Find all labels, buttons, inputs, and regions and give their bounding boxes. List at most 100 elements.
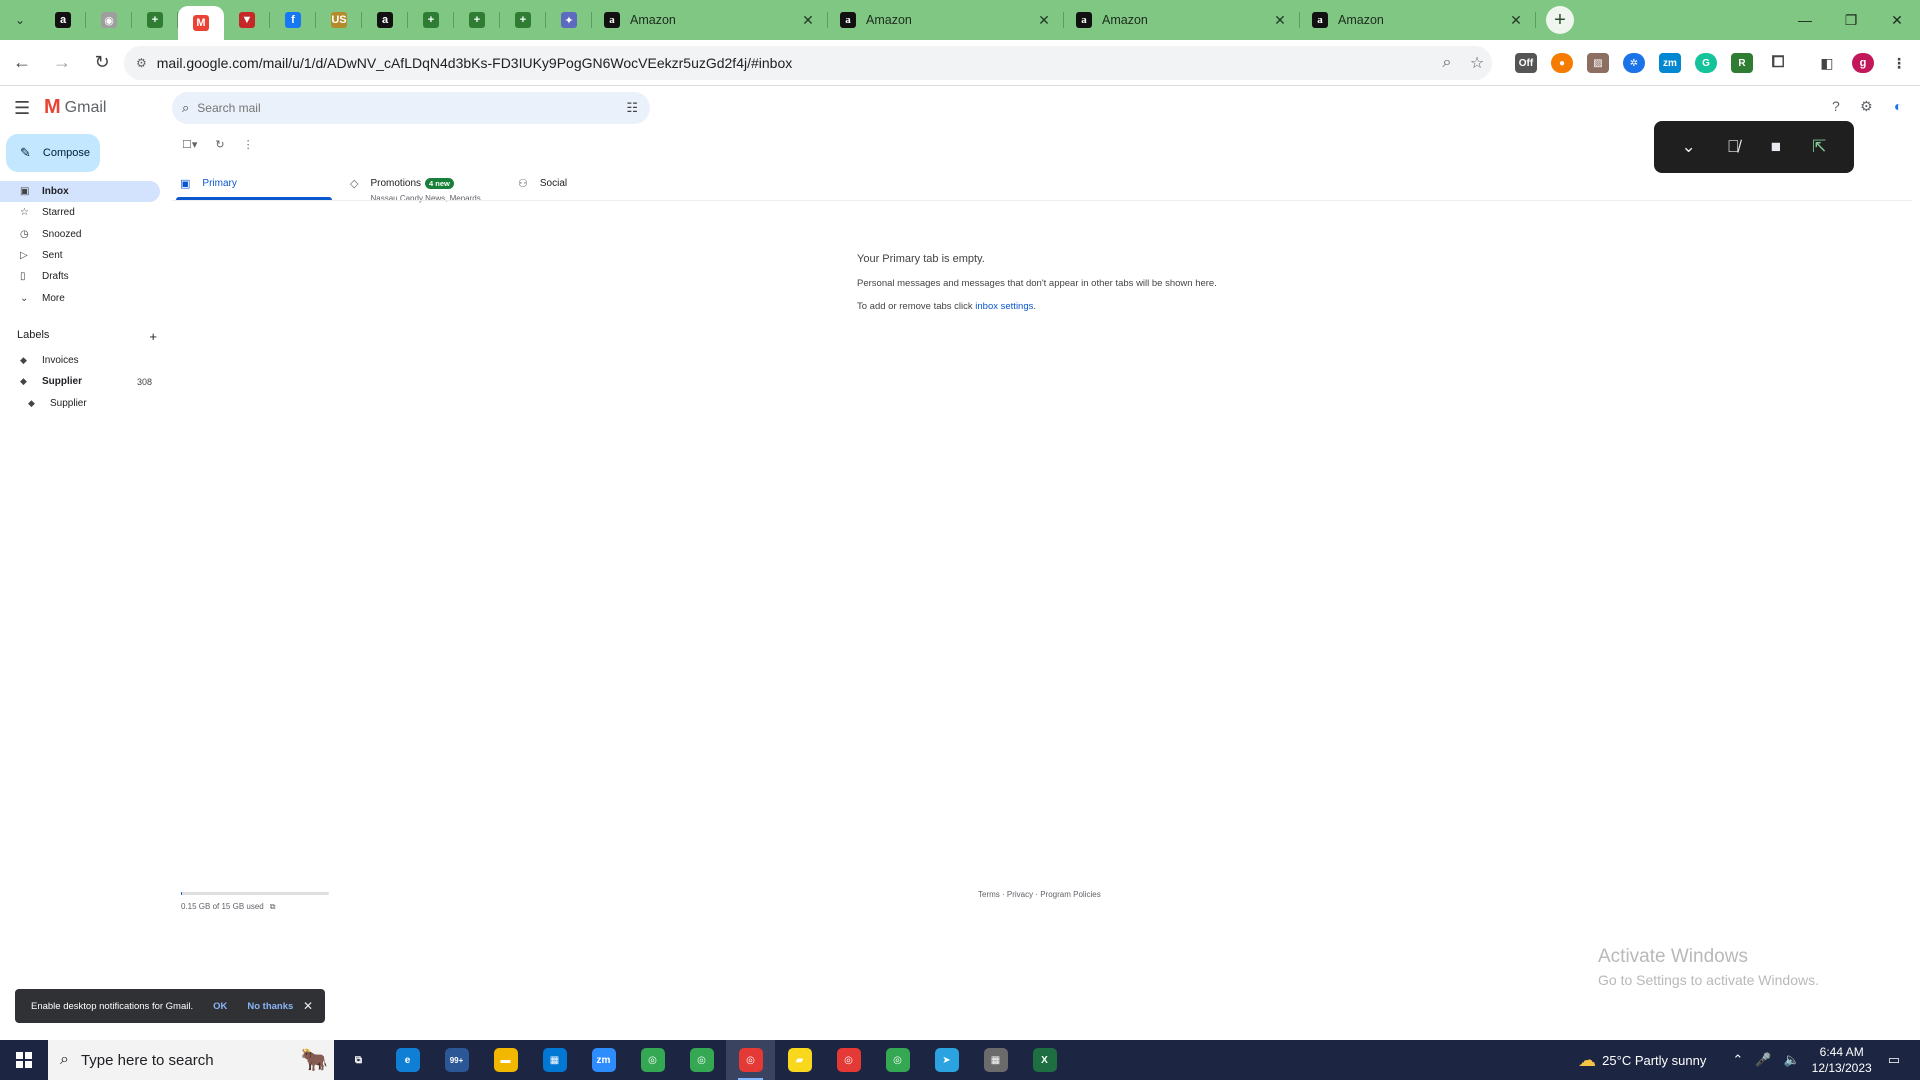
help-icon[interactable]: ? <box>1832 98 1840 114</box>
nav-item-snoozed[interactable]: ◷ Snoozed <box>0 224 160 245</box>
taskbar-app[interactable]: ◎ <box>873 1040 922 1080</box>
storage-text[interactable]: 0.15 GB of 15 GB used <box>181 902 264 912</box>
browser-tab[interactable]: a Amazon ✕ <box>592 0 828 40</box>
pinned-tab[interactable]: ▼ <box>224 0 270 40</box>
reload-button[interactable]: ↻ <box>84 45 120 81</box>
nav-item-more[interactable]: ⌄ More <box>0 288 160 309</box>
nav-item-starred[interactable]: ☆ Starred <box>0 202 160 223</box>
more-options-icon[interactable]: ⋮ <box>243 138 254 151</box>
search-input[interactable] <box>197 101 598 115</box>
collapse-chevron-icon[interactable]: ⌄ <box>1682 137 1696 157</box>
tab-promotions[interactable]: ◇ Promotions 4 new Nassau Candy News, Menar… <box>350 168 487 203</box>
taskbar-app[interactable]: X <box>1020 1040 1069 1080</box>
select-checkbox-icon[interactable]: ☐▾ <box>182 138 197 151</box>
add-label-icon[interactable]: + <box>149 329 157 344</box>
browser-tab[interactable]: a Amazon ✕ <box>1300 0 1536 40</box>
compose-button[interactable]: ✎ Compose <box>6 134 100 172</box>
gmail-logo[interactable]: M Gmail <box>44 96 106 119</box>
tab-close-icon[interactable]: ✕ <box>1272 12 1288 29</box>
label-item[interactable]: ◆ Invoices <box>0 350 160 371</box>
taskbar-app[interactable]: ▬ <box>481 1040 530 1080</box>
restore-button[interactable]: ❐ <box>1828 0 1874 40</box>
minimize-button[interactable]: — <box>1782 0 1828 40</box>
tray-overflow-icon[interactable]: ⌃ <box>1732 1052 1743 1068</box>
label-item[interactable]: ◆ Supplier 308 <box>0 371 160 392</box>
taskbar-app[interactable]: ➤ <box>922 1040 971 1080</box>
weather-text[interactable]: 25°C Partly sunny <box>1602 1053 1706 1068</box>
taskbar-app[interactable]: e <box>383 1040 432 1080</box>
side-panel-icon[interactable]: ◧ <box>1816 53 1838 73</box>
taskbar-app[interactable]: ◎ <box>726 1040 775 1080</box>
pinned-tab[interactable]: + <box>454 0 500 40</box>
extensions-puzzle-icon[interactable]: ⧠ <box>1767 53 1789 73</box>
extension-rs-icon[interactable]: R <box>1731 53 1753 73</box>
extension-orange-icon[interactable]: ● <box>1551 53 1573 73</box>
camera-icon[interactable]: ■ <box>1771 137 1781 157</box>
pinned-tab[interactable]: + <box>500 0 546 40</box>
label-item[interactable]: ◆ Supplier <box>0 393 160 414</box>
browser-menu-icon[interactable]: ⋮ <box>1888 53 1910 73</box>
search-bar[interactable]: ⌕ ☷ <box>172 92 650 124</box>
pinned-tab[interactable]: f <box>270 0 316 40</box>
pinned-tab[interactable]: US <box>316 0 362 40</box>
settings-gear-icon[interactable]: ⚙ <box>1860 98 1873 115</box>
main-menu-icon[interactable]: ☰ <box>14 98 30 119</box>
new-tab-button[interactable]: + <box>1546 6 1574 34</box>
extension-blue-icon[interactable]: ✲ <box>1623 53 1645 73</box>
tab-close-icon[interactable]: ✕ <box>800 12 816 29</box>
taskbar-app[interactable]: zm <box>579 1040 628 1080</box>
browser-tab[interactable]: a Amazon ✕ <box>1064 0 1300 40</box>
search-options-icon[interactable]: ☷ <box>626 100 638 116</box>
taskbar-app[interactable]: ▰ <box>775 1040 824 1080</box>
account-icon[interactable]: ◐ <box>1894 98 1902 114</box>
tab-search-chevron-icon[interactable]: ⌄ <box>0 0 40 40</box>
address-bar[interactable]: ⚙ mail.google.com/mail/u/1/d/ADwNV_cAfLD… <box>124 46 1492 80</box>
taskbar-app[interactable]: ▦ <box>530 1040 579 1080</box>
pinned-tab[interactable]: a <box>362 0 408 40</box>
search-icon[interactable]: ⌕ <box>182 100 189 116</box>
extension-off-icon[interactable]: Off <box>1515 53 1537 73</box>
inbox-settings-link[interactable]: inbox settings <box>975 301 1033 312</box>
back-button[interactable]: ← <box>4 45 40 81</box>
zoom-icon[interactable]: ⌕ <box>1432 54 1462 72</box>
taskbar-app[interactable]: ◎ <box>824 1040 873 1080</box>
forward-button[interactable]: → <box>44 45 80 81</box>
notification-center-icon[interactable]: ▭ <box>1888 1052 1900 1068</box>
bookmark-star-icon[interactable]: ☆ <box>1462 53 1492 73</box>
pinned-tab[interactable]: a <box>40 0 86 40</box>
nav-item-drafts[interactable]: ▯ Drafts <box>0 266 160 287</box>
nav-item-sent[interactable]: ▷ Sent <box>0 245 160 266</box>
volume-icon[interactable]: 🔈 <box>1783 1052 1799 1068</box>
snackbar-ok-button[interactable]: OK <box>213 1001 227 1012</box>
pinned-tab[interactable]: M <box>178 6 224 40</box>
taskbar-app[interactable]: ◎ <box>677 1040 726 1080</box>
taskbar-app[interactable]: ⧉ <box>334 1040 383 1080</box>
footer-links[interactable]: Terms · Privacy · Program Policies <box>978 890 1101 899</box>
close-window-button[interactable]: ✕ <box>1874 0 1920 40</box>
start-button[interactable] <box>0 1040 48 1080</box>
microphone-icon[interactable]: 🎤 <box>1755 1052 1771 1068</box>
url-text[interactable]: mail.google.com/mail/u/1/d/ADwNV_cAfLDqN… <box>157 55 1432 71</box>
clock[interactable]: 6:44 AM 12/13/2023 <box>1812 1044 1872 1076</box>
extension-image-icon[interactable]: ▨ <box>1587 53 1609 73</box>
external-link-icon[interactable]: ⧉ <box>270 902 276 912</box>
refresh-icon[interactable]: ↻ <box>215 138 224 151</box>
profile-avatar[interactable]: g <box>1852 53 1874 73</box>
site-info-icon[interactable]: ⚙ <box>136 56 147 70</box>
taskbar-app[interactable]: ▦ <box>971 1040 1020 1080</box>
pinned-tab[interactable]: ✦ <box>546 0 592 40</box>
snackbar-close-icon[interactable]: ✕ <box>303 999 313 1013</box>
extension-zm-icon[interactable]: zm <box>1659 53 1681 73</box>
tab-social[interactable]: ⚇ Social <box>518 168 567 202</box>
tab-close-icon[interactable]: ✕ <box>1508 12 1524 29</box>
nav-item-inbox[interactable]: ▣ Inbox <box>0 181 160 202</box>
taskbar-search[interactable]: ⌕ Type here to search 🐂 <box>48 1040 334 1080</box>
tab-close-icon[interactable]: ✕ <box>1036 12 1052 29</box>
pinned-tab[interactable]: + <box>408 0 454 40</box>
mic-off-icon[interactable]: 🎙̸ <box>1727 137 1740 157</box>
browser-tab[interactable]: a Amazon ✕ <box>828 0 1064 40</box>
pinned-tab[interactable]: + <box>132 0 178 40</box>
taskbar-app[interactable]: ◎ <box>628 1040 677 1080</box>
pinned-tab[interactable]: ◉ <box>86 0 132 40</box>
taskbar-app[interactable]: 99+ <box>432 1040 481 1080</box>
